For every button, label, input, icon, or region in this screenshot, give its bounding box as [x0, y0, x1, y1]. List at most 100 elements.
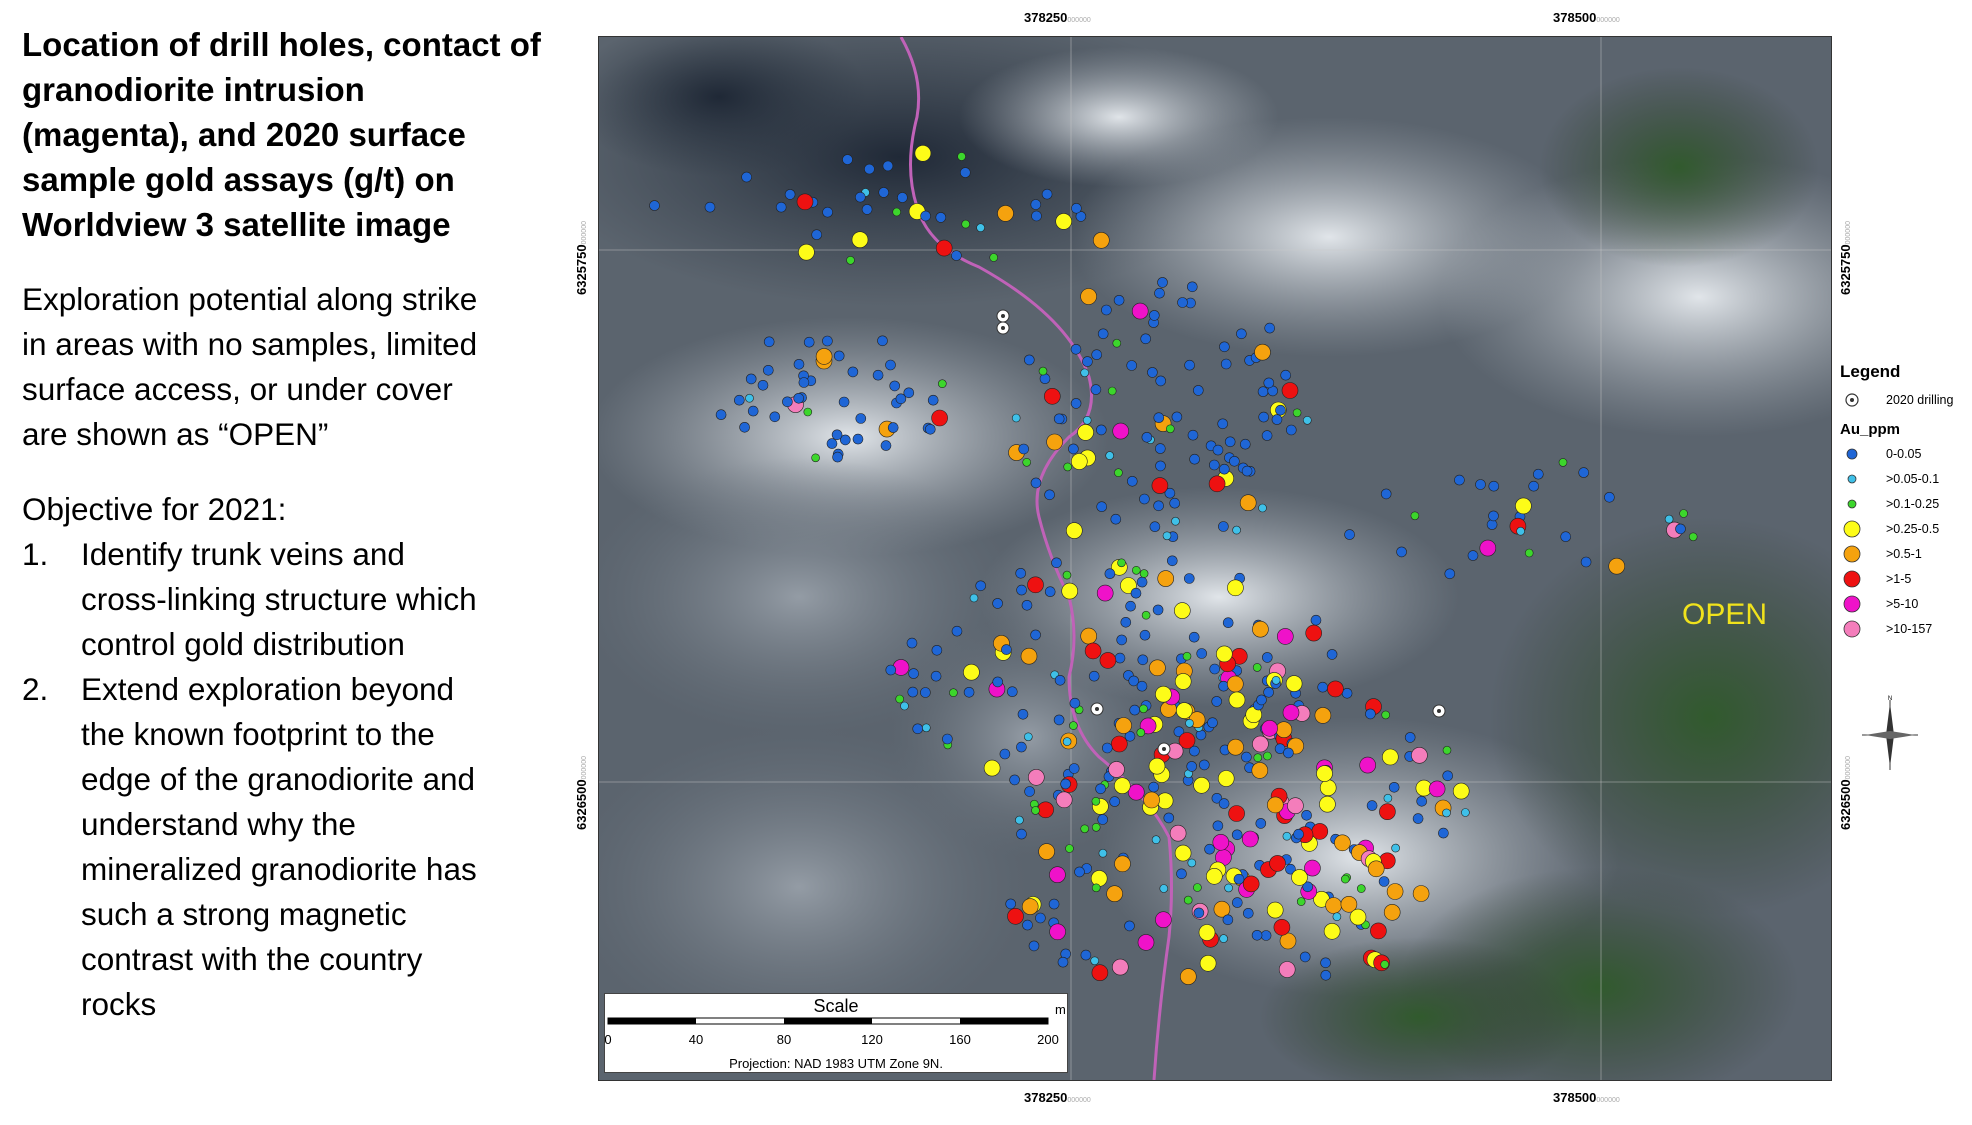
sample-point	[822, 206, 833, 218]
sample-point	[1208, 475, 1226, 493]
sample-point	[1266, 901, 1284, 919]
sample-point	[1023, 732, 1033, 742]
sample-point	[1258, 411, 1270, 423]
sample-point	[1031, 210, 1042, 222]
north-arrow-icon: N	[1862, 696, 1918, 770]
sample-point	[1461, 808, 1470, 817]
sample-point	[1015, 567, 1027, 579]
sample-point	[1126, 475, 1138, 487]
svg-text:N: N	[1888, 696, 1892, 702]
sample-point	[1091, 796, 1101, 806]
sample-point	[1054, 674, 1066, 686]
sample-point	[1236, 328, 1247, 340]
sample-point	[1095, 783, 1106, 795]
legend-au-title: Au_ppm	[1840, 421, 1900, 438]
sample-point	[1074, 866, 1085, 878]
sample-point	[895, 393, 907, 405]
legend-label: >0.25-0.5	[1886, 522, 1940, 536]
sample-point	[992, 598, 1003, 609]
sample-point	[1141, 431, 1153, 443]
sample-point	[1261, 719, 1278, 737]
sample-point	[1175, 702, 1193, 719]
sample-point	[832, 451, 843, 463]
text-line: rocks	[81, 986, 157, 1022]
legend-swatch	[1847, 499, 1857, 509]
title-line: Location of drill holes, contact of	[22, 26, 541, 63]
sample-point	[949, 688, 958, 698]
sample-point	[912, 723, 924, 735]
sample-point	[1155, 685, 1172, 703]
sample-point	[1217, 770, 1235, 787]
sample-point	[1006, 686, 1018, 698]
sample-point	[1009, 774, 1020, 786]
sample-point	[1224, 436, 1236, 448]
sample-point	[937, 379, 947, 389]
sample-point	[1276, 628, 1294, 645]
sample-point	[1124, 920, 1135, 932]
sample-point	[815, 348, 833, 365]
legend: Legend 2020 drilling Au_ppm 0-0.05 >0.05-…	[1840, 362, 1970, 642]
northing-label-right: 6326500000000	[1838, 756, 1853, 830]
sample-point	[1287, 797, 1304, 815]
objective-number: 2.	[22, 671, 49, 707]
satellite-map[interactable]	[598, 36, 1832, 1081]
sample-point	[1344, 529, 1355, 540]
sample-point	[1241, 751, 1252, 763]
sample-point	[1299, 951, 1311, 963]
sample-point	[1258, 503, 1267, 513]
sample-point	[1359, 756, 1377, 774]
sample-point	[1688, 532, 1698, 542]
sample-point	[798, 377, 810, 388]
sample-point	[1327, 680, 1344, 698]
sample-point	[1232, 525, 1241, 535]
sample-point	[1218, 463, 1230, 475]
sample-point	[1062, 737, 1072, 746]
sample-point	[1127, 783, 1145, 801]
drill-hole-center	[1095, 707, 1099, 711]
sample-point	[931, 644, 943, 656]
sample-point	[847, 366, 859, 378]
sample-point	[1416, 795, 1428, 807]
sample-point	[838, 396, 850, 408]
sample-point	[1675, 523, 1686, 535]
sample-point	[1041, 188, 1053, 200]
sample-point	[1110, 513, 1122, 525]
sample-point	[975, 580, 987, 592]
sample-point	[1104, 568, 1116, 580]
objective-item: 2. Extend exploration beyond the known f…	[22, 667, 562, 1027]
sample-point	[757, 379, 769, 391]
legend-item: >0.1-0.25	[1840, 492, 1970, 517]
sample-point	[1211, 696, 1223, 707]
sample-point	[1281, 382, 1299, 399]
exploration-potential-text: Exploration potential along strike in ar…	[22, 277, 562, 457]
legend-label: >10-157	[1886, 622, 1933, 636]
scale-tick: 80	[777, 1032, 791, 1047]
sample-point	[1412, 813, 1424, 824]
sample-point	[1137, 934, 1155, 951]
sample-point	[1252, 620, 1269, 638]
sample-point	[864, 163, 875, 175]
sample-point	[1319, 795, 1336, 813]
sample-point	[1282, 831, 1292, 841]
sample-point	[1253, 753, 1263, 763]
sample-point	[880, 440, 892, 451]
text-line: cross-linking structure which	[81, 581, 477, 617]
sample-point	[1031, 806, 1040, 815]
sample-point	[1021, 898, 1039, 915]
sample-point	[1349, 908, 1367, 926]
sample-point	[1151, 477, 1169, 494]
sample-point	[1209, 663, 1221, 675]
text-line: contrast with the country	[81, 941, 423, 977]
easting-label-top: 378500000000	[1553, 10, 1620, 25]
sample-point	[1311, 823, 1329, 840]
sample-point	[1383, 903, 1401, 921]
sample-point	[1580, 556, 1592, 568]
text-line: in areas with no samples, limited	[22, 326, 478, 362]
sample-point	[1323, 922, 1341, 940]
sample-point	[1023, 354, 1035, 366]
sample-point	[914, 145, 932, 162]
sample-points-layer	[649, 145, 1698, 985]
sample-point	[831, 429, 843, 441]
sample-point	[1174, 844, 1192, 862]
sample-point	[822, 335, 833, 347]
